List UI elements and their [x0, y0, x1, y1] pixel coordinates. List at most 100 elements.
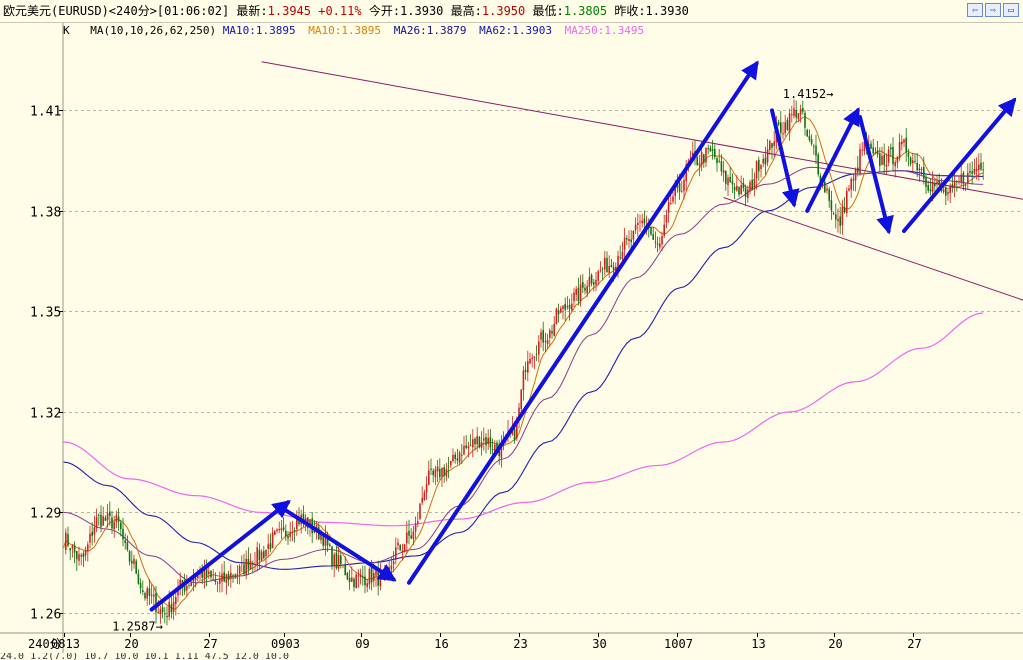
candlestick-chart[interactable]: 1.261.291.321.351.381.41240分0813 20 27 0903… [0, 0, 1023, 653]
candle-body [263, 551, 265, 558]
candle-body [747, 189, 749, 198]
candle-body [881, 155, 883, 165]
candle-body [208, 571, 210, 575]
candle-body [232, 575, 234, 576]
candle-body [333, 554, 335, 566]
candle-body [527, 361, 529, 373]
candle-body [780, 122, 782, 133]
candle-body [898, 142, 901, 158]
candle-body [626, 238, 628, 240]
candle-body [755, 161, 758, 179]
candle-body [859, 149, 861, 175]
x-tick-label: 1007 [664, 637, 693, 651]
candle-body [738, 186, 740, 195]
candle-body [271, 532, 274, 549]
channel-line [723, 197, 1023, 301]
y-tick-label: 1.35 [30, 306, 61, 321]
candle-body [678, 183, 681, 192]
candle-body [144, 593, 146, 599]
candle-body [542, 330, 544, 343]
candle-body [874, 152, 877, 154]
candle-body [964, 184, 967, 186]
candle-body [234, 574, 236, 576]
candle-body [256, 547, 258, 566]
x-tick-label: 16 [434, 637, 448, 651]
candle-body [918, 168, 921, 171]
candle-body [170, 604, 173, 613]
candle-body [947, 192, 949, 195]
candle-body [124, 540, 126, 543]
candle-body [406, 532, 408, 544]
candle-body [100, 514, 102, 527]
candle-body [148, 588, 151, 596]
candle-body [610, 264, 613, 267]
candle-body [766, 149, 769, 163]
candle-body [714, 149, 716, 158]
annotation-layer: 1.2587→ 1.4152→ [112, 87, 833, 633]
y-tick-label: 1.41 [30, 105, 61, 120]
candle-body [95, 517, 98, 529]
candle-body [128, 551, 131, 562]
candle-body [337, 555, 340, 569]
status-bar: 24.0 1.2(7.0) 10.7 10.0 10.1 1.11 47.5 1… [0, 653, 289, 660]
y-tick-label: 1.29 [30, 507, 61, 522]
candle-body [216, 582, 219, 584]
candle-body [590, 274, 593, 284]
candle-body [894, 162, 896, 167]
candle-body [791, 113, 793, 115]
candle-body [467, 446, 470, 449]
candle-body [956, 181, 958, 183]
candle-body [700, 152, 703, 166]
candle-body [604, 257, 606, 270]
candle-body [458, 452, 461, 463]
candle-body [364, 576, 366, 586]
candle-body [219, 579, 221, 584]
candle-body [736, 185, 738, 191]
arrow-layer [149, 60, 1017, 612]
candle-body [190, 581, 192, 586]
candle-body [751, 179, 753, 190]
candle-body [725, 170, 727, 184]
candle-body [419, 503, 421, 520]
candle-body [483, 438, 485, 441]
candle-body [450, 461, 452, 466]
candle-body [854, 169, 857, 181]
candle-body [186, 585, 188, 591]
candle-body [465, 445, 467, 448]
candle-body [84, 550, 87, 556]
candle-body [665, 214, 668, 223]
candle-body [733, 187, 736, 191]
candle-body [848, 188, 850, 191]
candle-body [903, 139, 905, 143]
candle-body [153, 594, 155, 597]
candle-body [533, 356, 536, 358]
candle-body [463, 445, 465, 455]
candle-body [67, 534, 69, 546]
candle-body [608, 266, 610, 273]
candle-body [808, 136, 811, 140]
candle-body [584, 287, 586, 291]
candle-body [549, 330, 551, 338]
candle-body [150, 594, 153, 596]
candle-body [773, 141, 775, 147]
candle-body [133, 558, 135, 565]
candle-body [227, 574, 230, 581]
candle-body [703, 154, 705, 163]
candle-body [795, 110, 797, 118]
candle-body [980, 162, 982, 170]
candle-body [126, 542, 129, 550]
candle-body [566, 306, 569, 308]
trend-arrow [805, 107, 860, 213]
candle-body [348, 577, 351, 582]
candle-body [804, 112, 806, 128]
candle-body [76, 551, 78, 560]
candle-body [93, 527, 96, 535]
candle-body [786, 120, 789, 131]
candle-body [839, 216, 841, 227]
candle-body [901, 141, 903, 145]
candle-body [340, 555, 342, 564]
candle-body [168, 601, 170, 617]
candle-body [621, 251, 624, 259]
candle-body [120, 522, 122, 530]
candle-body [390, 565, 393, 570]
